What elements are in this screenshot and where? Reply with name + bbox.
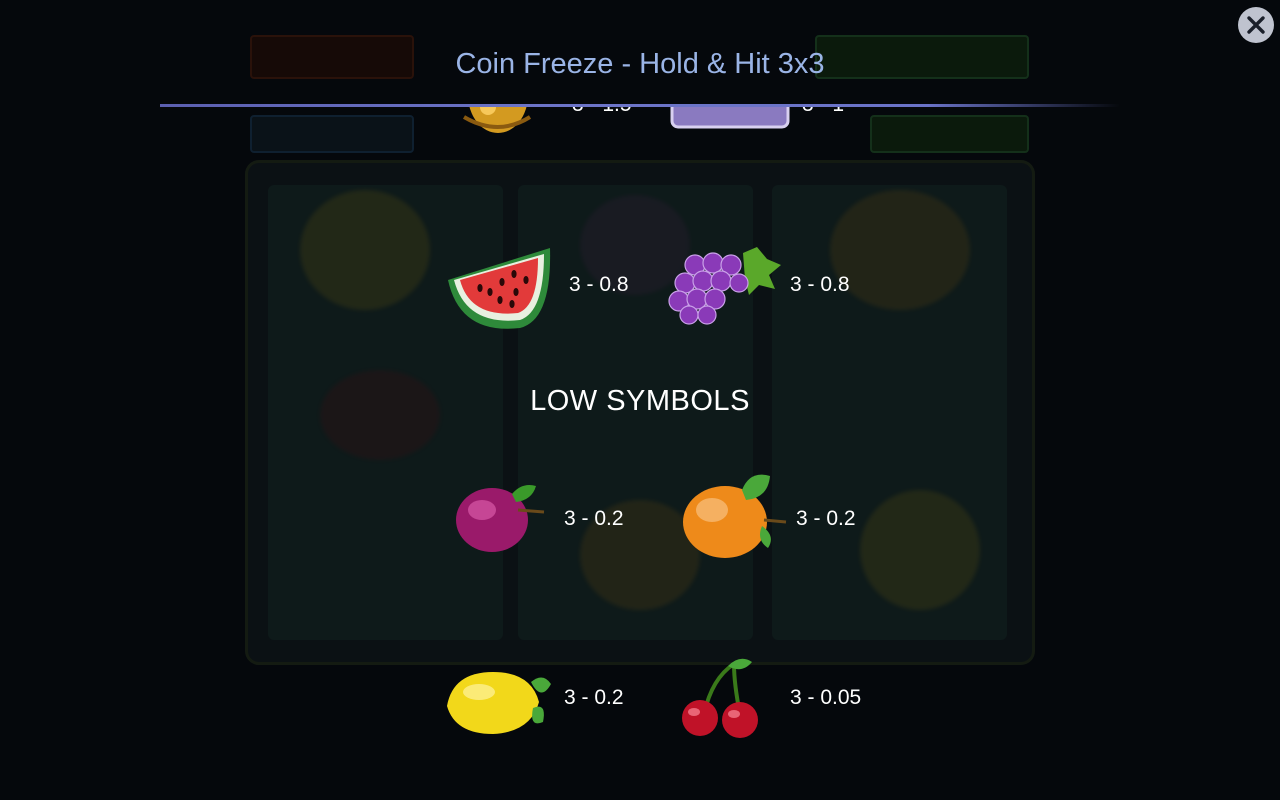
grapes-icon <box>668 247 781 325</box>
lemon-icon <box>447 672 551 734</box>
orange-icon <box>683 474 787 558</box>
bar-icon <box>670 107 790 129</box>
payout-text: 3 - 0.2 <box>796 507 856 530</box>
close-icon <box>1247 16 1265 34</box>
watermelon-icon <box>448 248 551 329</box>
low-symbols-heading: LOW SYMBOLS <box>530 385 750 417</box>
plum-icon <box>456 485 545 552</box>
payout-text: 3 - 1.5 <box>572 107 632 117</box>
payout-text: 3 - 0.05 <box>790 686 862 709</box>
payout-text: 3 - 0.8 <box>569 273 629 296</box>
payout-text: 3 - 0.2 <box>564 686 624 709</box>
payout-text: 3 - 0.2 <box>564 507 624 530</box>
popup-title: Coin Freeze - Hold & Hit 3x3 <box>455 48 825 80</box>
close-button[interactable] <box>1238 7 1274 43</box>
payout-text: 3 - 1 <box>802 107 844 117</box>
paytable-row-partial: 3 - 1.5 3 - 1 <box>0 107 1280 137</box>
cherry-icon <box>682 658 758 738</box>
paytable-popup: Coin Freeze - Hold & Hit 3x3 3 - 1.5 3 -… <box>0 0 1280 800</box>
bell-icon <box>462 107 532 133</box>
payout-text: 3 - 0.8 <box>790 273 850 296</box>
